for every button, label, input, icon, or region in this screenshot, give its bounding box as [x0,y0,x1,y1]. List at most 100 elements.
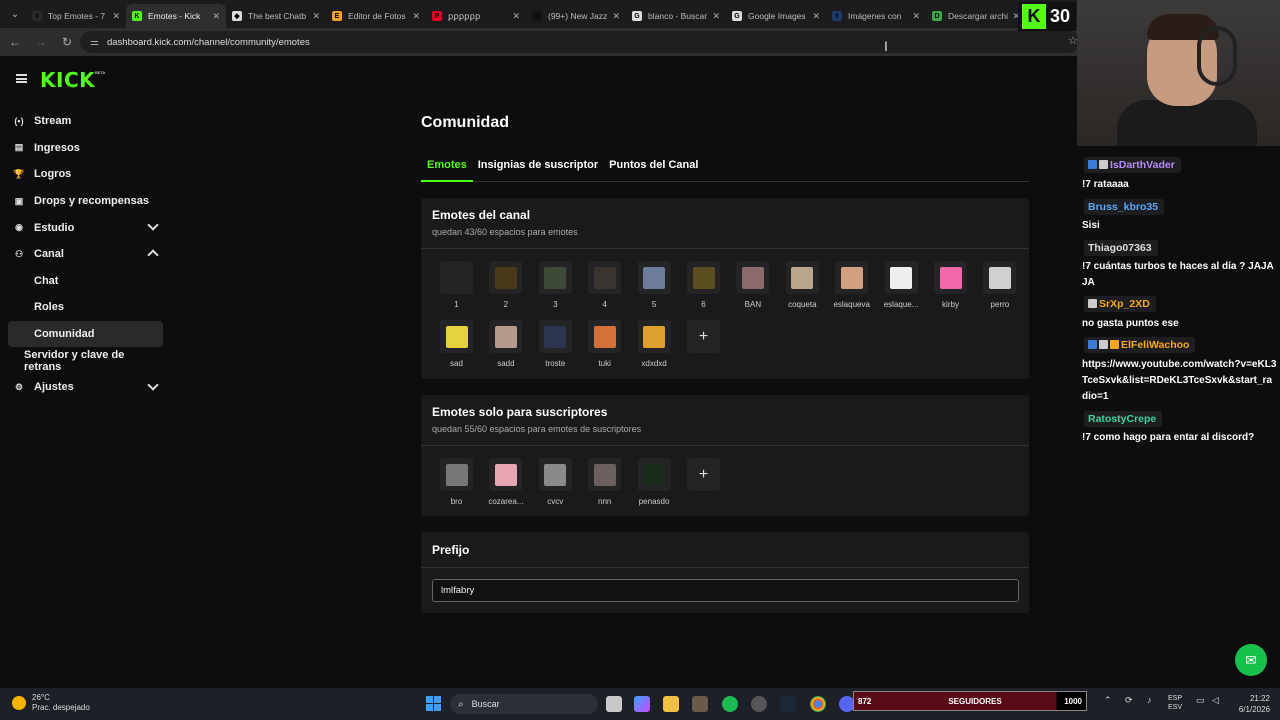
sidebar-item[interactable]: Chat [8,268,163,295]
chat-message: Thiago07363 !7 cuántas turbos te haces al… [1078,238,1278,291]
support-chat-button[interactable]: ✉ [1235,644,1267,676]
forward-icon[interactable]: → [30,35,52,49]
copilot-icon[interactable] [634,696,650,712]
emote-item[interactable]: 1 [432,261,481,309]
chevron-down-icon[interactable] [147,379,159,391]
chrome-icon[interactable] [810,696,826,712]
back-icon[interactable]: ← [4,35,26,49]
emote-item[interactable]: 4 [580,261,629,309]
tab-insignias[interactable]: Insignias de suscriptor [472,155,604,182]
hamburger-menu-icon[interactable] [16,74,27,83]
browser-tab[interactable]: ♪ (99+) New Jazz ✕ [526,4,626,28]
tab-close-icon[interactable]: ✕ [412,11,420,22]
browser-tab[interactable]: Gblanco - Buscar ✕ [626,4,726,28]
tab-favicon-icon: K [132,11,142,21]
kick-logo[interactable]: KICK [40,68,95,92]
tab-close-icon[interactable]: ✕ [512,11,520,22]
emote-item[interactable]: BAN [728,261,777,309]
sidebar-item[interactable]: ⚙ Ajustes [8,374,163,401]
emote-item[interactable]: kirby [926,261,975,309]
emote-item[interactable]: coqueta [778,261,827,309]
chat-username[interactable]: Thiago07363 [1084,240,1158,256]
emote-item[interactable]: bro [432,458,481,506]
tab-puntos[interactable]: Puntos del Canal [603,155,704,182]
sidebar-item[interactable]: (•) Stream [8,108,163,135]
tab-search-icon[interactable]: ⌄ [4,4,26,24]
spotify-icon[interactable] [722,696,738,712]
tab-close-icon[interactable]: ✕ [312,11,320,22]
emote-item[interactable]: sad [432,320,481,368]
browser-tab[interactable]: E Editor de Fotos ✕ [326,4,426,28]
emote-item[interactable]: 2 [481,261,530,309]
address-bar[interactable]: ⚌ dashboard.kick.com/channel/community/e… [80,31,1080,53]
tray-chevron-icon[interactable]: ⌃ [1104,695,1112,706]
tab-emotes[interactable]: Emotes [421,155,473,182]
browser-tab[interactable]: G Google Images ✕ [726,4,826,28]
browser-tab[interactable]: Pꝑꝑꝑꝑꝑꝑ ✕ [426,4,526,28]
tab-close-icon[interactable]: ✕ [712,11,720,22]
obs-icon[interactable] [751,696,767,712]
tab-close-icon[interactable]: ✕ [612,11,620,22]
file-explorer-icon[interactable] [663,696,679,712]
emote-item[interactable]: eslaqueva [827,261,876,309]
chevron-down-icon[interactable] [147,219,159,232]
reload-icon[interactable]: ↻ [56,35,78,49]
language-indicator[interactable]: ESP ESV [1168,694,1182,712]
sidebar-item[interactable]: ◉ Estudio [8,214,163,241]
emote-item[interactable]: cozarea... [481,458,530,506]
emote-item[interactable]: penasdo [630,458,679,506]
steam-icon[interactable] [780,696,796,712]
network-icon[interactable]: ▭ [1196,695,1205,706]
sidebar-item[interactable]: ▤ Ingresos [8,135,163,162]
emote-item[interactable]: sadd [481,320,530,368]
emote-item[interactable]: 6 [679,261,728,309]
tab-close-icon[interactable]: ✕ [112,11,120,22]
emote-item[interactable]: perro [975,261,1024,309]
browser-tab[interactable]: t Imágenes con ✕ [826,4,926,28]
sidebar-item[interactable]: Comunidad [8,320,163,348]
volume-icon[interactable]: ◁ [1212,695,1219,706]
chat-username[interactable]: IsDarthVader [1084,156,1181,173]
sidebar-item[interactable]: 🏆 Logros [8,161,163,188]
tab-close-icon[interactable]: ✕ [912,11,920,22]
clock[interactable]: 21:22 6/1/2026 [1226,693,1270,715]
chat-username[interactable]: SrXp_2XD [1084,295,1156,312]
browser-tab[interactable]: D Descargar archi ✕ [926,4,1026,28]
emote-item[interactable]: 3 [531,261,580,309]
tab-favicon-icon: ◆ [232,11,242,21]
sidebar-item[interactable]: Roles [8,294,163,321]
browser-tab[interactable]: ◆ The best Chatb ✕ [226,4,326,28]
browser-tab[interactable]: K Emotes - Kick ✕ [126,4,226,28]
add-emote-button[interactable]: + [679,320,728,353]
add-emote-button[interactable]: + [679,458,728,491]
tab-close-icon[interactable]: ✕ [812,11,820,22]
emote-item[interactable]: tuki [580,320,629,368]
chevron-up-icon[interactable] [147,249,159,261]
start-icon[interactable] [426,696,441,711]
app-icon[interactable] [692,696,708,712]
sidebar-item[interactable]: ⚇ Canal [8,241,163,268]
sidebar-item[interactable]: Servidor y clave de retrans [8,347,163,374]
tab-title: Imágenes con [848,11,902,21]
prefix-input[interactable]: lmlfabry [432,579,1019,602]
browser-tab[interactable]: # Top Emotes - 7 ✕ [26,4,126,28]
emote-item[interactable]: nnn [580,458,629,506]
chat-username[interactable]: RatostyCrepe [1084,411,1163,427]
emote-name: eslaque... [883,300,919,309]
emote-item[interactable]: eslaque... [877,261,926,309]
emote-item[interactable]: 5 [630,261,679,309]
chat-username[interactable]: Bruss_kbro35 [1084,199,1165,215]
task-view-icon[interactable] [606,696,622,712]
tab-title: Top Emotes - 7 [48,11,106,21]
emote-item[interactable]: cvcv [531,458,580,506]
sidebar-item[interactable]: ▣ Drops y recompensas [8,188,163,215]
taskbar-search[interactable]: ⌕ Buscar [450,694,598,714]
mic-icon[interactable]: ♪ [1147,695,1152,705]
weather-widget[interactable]: 26°C Prac. despejado [12,693,90,713]
emote-item[interactable]: troste [531,320,580,368]
tab-close-icon[interactable]: ✕ [212,11,220,22]
emote-item[interactable]: xdxdxd [630,320,679,368]
site-info-icon[interactable]: ⚌ [90,37,99,48]
sync-icon[interactable]: ⟳ [1125,695,1133,706]
chat-username[interactable]: ElFeliWachoo [1084,336,1196,353]
